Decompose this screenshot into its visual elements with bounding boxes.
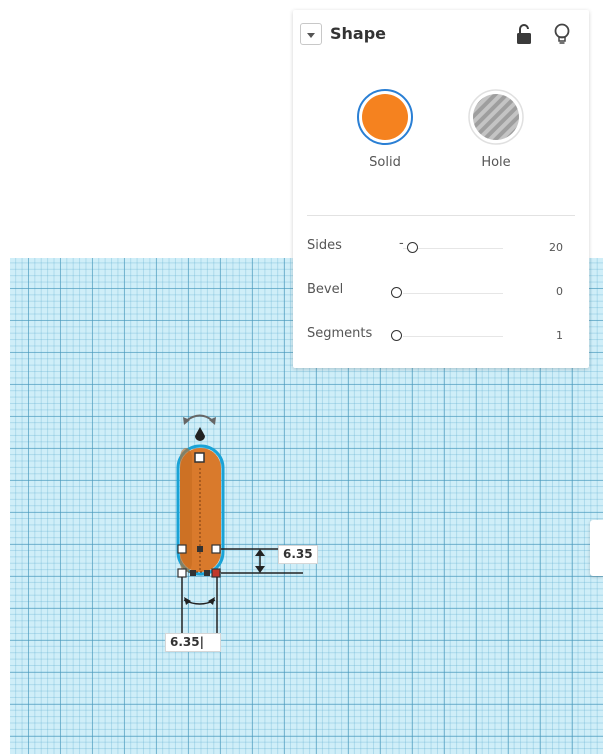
- shape-inspector-panel: Shape Solid Hole Sides - 20 Bevel 0 Segm…: [293, 10, 589, 368]
- height-arrowhead-down: [255, 566, 265, 573]
- lightbulb-icon[interactable]: [552, 22, 572, 48]
- segments-slider-knob[interactable]: [391, 330, 402, 341]
- hole-swatch-button[interactable]: [466, 87, 526, 147]
- handle-bottom-right[interactable]: [211, 568, 221, 578]
- sides-label: Sides: [307, 238, 342, 253]
- segments-slider-track[interactable]: [403, 336, 503, 337]
- width-arrowhead-left: [184, 597, 191, 605]
- width-dimension-input[interactable]: 6.35|: [165, 633, 221, 652]
- segments-value[interactable]: 1: [556, 329, 563, 342]
- bevel-slider-track[interactable]: [403, 293, 503, 294]
- bevel-slider-knob[interactable]: [391, 287, 402, 298]
- bevel-value[interactable]: 0: [556, 285, 563, 298]
- solid-swatch-button[interactable]: [355, 87, 415, 147]
- rotate-arrow-icon[interactable]: [185, 414, 214, 422]
- segments-label: Segments: [307, 326, 373, 341]
- collapse-panel-button[interactable]: [300, 23, 322, 45]
- handle-bottom-mid-left[interactable]: [190, 570, 196, 576]
- height-arrowhead-up: [255, 549, 265, 556]
- width-arrowhead-right: [208, 597, 215, 605]
- handle-bottom-left[interactable]: [177, 568, 187, 578]
- panel-header: Shape: [293, 10, 589, 58]
- hole-label[interactable]: Hole: [451, 155, 541, 170]
- unlock-icon[interactable]: [515, 23, 535, 47]
- sides-slider-dash: -: [399, 236, 404, 251]
- height-dimension-input[interactable]: 6.35: [278, 545, 318, 564]
- handle-top-right[interactable]: [211, 544, 221, 554]
- handle-bottom-mid-right[interactable]: [204, 570, 210, 576]
- side-panel-toggle[interactable]: [590, 520, 603, 576]
- lift-handle-icon[interactable]: [195, 427, 205, 441]
- top-handle[interactable]: [194, 452, 205, 463]
- sides-slider-track[interactable]: [403, 248, 503, 249]
- sides-value[interactable]: 20: [549, 241, 563, 254]
- handle-top-left[interactable]: [177, 544, 187, 554]
- handle-mid-dot[interactable]: [197, 546, 203, 552]
- bevel-label: Bevel: [307, 282, 344, 297]
- solid-label[interactable]: Solid: [340, 155, 430, 170]
- panel-divider: [307, 215, 575, 216]
- sides-slider-knob[interactable]: [407, 242, 418, 253]
- panel-title: Shape: [330, 24, 387, 43]
